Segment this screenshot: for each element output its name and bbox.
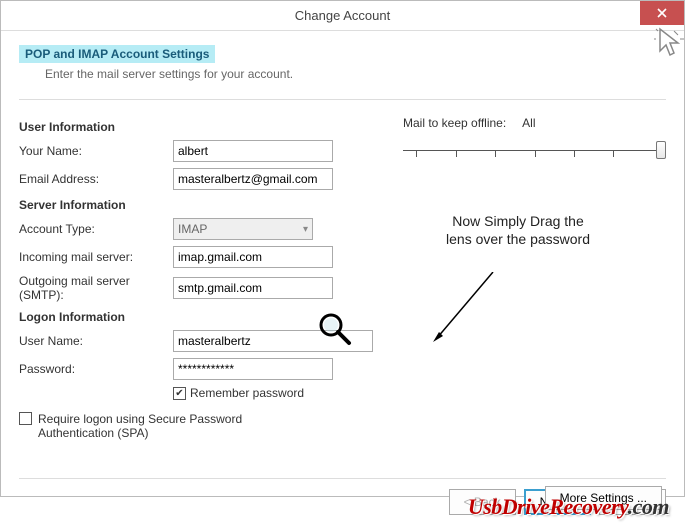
change-account-window: Change Account POP and IMAP Account Sett… [0, 0, 685, 497]
server-info-heading: Server Information [19, 198, 373, 212]
slider-track [403, 150, 660, 151]
outgoing-server-input[interactable] [173, 277, 333, 299]
window-title: Change Account [295, 8, 390, 23]
watermark: UsbDriveRecovery.com [468, 494, 669, 520]
mail-offline-value: All [522, 116, 535, 130]
password-input[interactable] [173, 358, 333, 380]
close-icon [657, 8, 667, 18]
remember-password-checkbox[interactable]: ✔ [173, 387, 186, 400]
slider-tick [574, 151, 575, 157]
close-button[interactable] [640, 1, 684, 25]
incoming-label: Incoming mail server: [19, 250, 173, 264]
slider-tick [613, 151, 614, 157]
page-heading: POP and IMAP Account Settings [19, 45, 215, 63]
divider [19, 99, 666, 100]
slider-tick [535, 151, 536, 157]
instruction-callout: Now Simply Drag the lens over the passwo… [443, 212, 593, 248]
email-label: Email Address: [19, 172, 173, 186]
chevron-down-icon: ▾ [303, 224, 308, 235]
email-input[interactable] [173, 168, 333, 190]
callout-arrow [433, 272, 513, 352]
page-subheading: Enter the mail server settings for your … [45, 67, 666, 81]
titlebar: Change Account [1, 1, 684, 31]
account-type-select: IMAP ▾ [173, 218, 313, 240]
content-area: POP and IMAP Account Settings Enter the … [1, 31, 684, 525]
remember-password-label: Remember password [190, 386, 304, 400]
spa-checkbox[interactable] [19, 412, 32, 425]
account-type-value: IMAP [178, 222, 207, 236]
your-name-label: Your Name: [19, 144, 173, 158]
username-input[interactable] [173, 330, 373, 352]
slider-tick [416, 151, 417, 157]
user-info-heading: User Information [19, 120, 373, 134]
mail-offline-slider[interactable] [403, 140, 666, 162]
slider-tick [495, 151, 496, 157]
watermark-suffix: .com [628, 494, 669, 519]
password-label: Password: [19, 362, 173, 376]
watermark-main: UsbDriveRecovery [468, 494, 628, 519]
mail-offline-label: Mail to keep offline: [403, 116, 506, 130]
username-label: User Name: [19, 334, 173, 348]
your-name-input[interactable] [173, 140, 333, 162]
outgoing-label: Outgoing mail server (SMTP): [19, 274, 173, 302]
cursor-click-icon [654, 27, 684, 61]
logon-info-heading: Logon Information [19, 310, 373, 324]
slider-tick [456, 151, 457, 157]
incoming-server-input[interactable] [173, 246, 333, 268]
slider-thumb[interactable] [656, 141, 666, 159]
spa-label: Require logon using Secure Password Auth… [38, 412, 318, 440]
account-type-label: Account Type: [19, 222, 173, 236]
